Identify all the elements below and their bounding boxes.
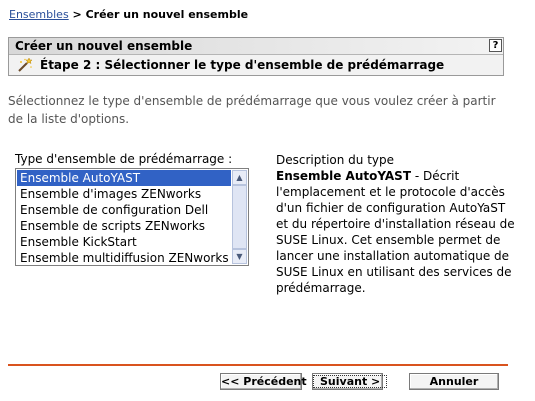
next-button[interactable]: Suivant > <box>312 373 388 390</box>
breadcrumb-separator: > <box>72 8 82 21</box>
breadcrumb-link-ensembles[interactable]: Ensembles <box>9 8 69 21</box>
magic-wand-icon <box>18 58 33 72</box>
description-bundle-name: Ensemble AutoYAST <box>276 169 412 183</box>
bundle-type-label: Type d'ensemble de prédémarrage : <box>15 152 233 166</box>
help-button[interactable]: ? <box>489 39 502 52</box>
list-item-configuration-dell[interactable]: Ensemble de configuration Dell <box>17 202 231 218</box>
list-item-autoyast[interactable]: Ensemble AutoYAST <box>17 170 231 186</box>
wizard-title-bar: Créer un nouvel ensemble ? <box>9 38 503 55</box>
list-item-scripts-zenworks[interactable]: Ensemble de scripts ZENworks <box>17 218 231 234</box>
wizard-step-label: Étape 2 : Sélectionner le type d'ensembl… <box>40 58 445 72</box>
wizard-step-row: Étape 2 : Sélectionner le type d'ensembl… <box>9 55 503 75</box>
next-button-label: Suivant > <box>313 375 388 388</box>
scroll-up-arrow-icon[interactable]: ▲ <box>232 170 247 185</box>
listbox-scrollbar[interactable]: ▲ ▼ <box>232 170 247 264</box>
description-title: Description du type <box>276 153 395 167</box>
breadcrumb-current: Créer un nouvel ensemble <box>85 8 249 21</box>
cancel-button[interactable]: Annuler <box>409 373 499 390</box>
breadcrumb: Ensembles > Créer un nouvel ensemble <box>9 8 248 21</box>
previous-button[interactable]: << Précédent <box>220 373 307 390</box>
footer-divider <box>8 364 508 366</box>
bundle-type-listbox[interactable]: Ensemble AutoYAST Ensemble d'images ZENw… <box>15 168 249 266</box>
scroll-thumb[interactable] <box>232 185 247 249</box>
description-text: - Décrit l'emplacement et le protocole d… <box>276 169 515 295</box>
scroll-down-arrow-icon[interactable]: ▼ <box>232 249 247 264</box>
list-item-images-zenworks[interactable]: Ensemble d'images ZENworks <box>17 186 231 202</box>
wizard-header: Créer un nouvel ensemble ? Étape 2 : Sél… <box>8 37 504 76</box>
wizard-title: Créer un nouvel ensemble <box>15 39 193 53</box>
type-description: Description du type Ensemble AutoYAST - … <box>276 152 516 296</box>
list-item-multidiffusion-zenworks[interactable]: Ensemble multidiffusion ZENworks <box>17 250 231 265</box>
instructions-text: Sélectionnez le type d'ensemble de prédé… <box>8 94 496 126</box>
list-item-kickstart[interactable]: Ensemble KickStart <box>17 234 231 250</box>
bundle-type-items: Ensemble AutoYAST Ensemble d'images ZENw… <box>17 170 231 265</box>
